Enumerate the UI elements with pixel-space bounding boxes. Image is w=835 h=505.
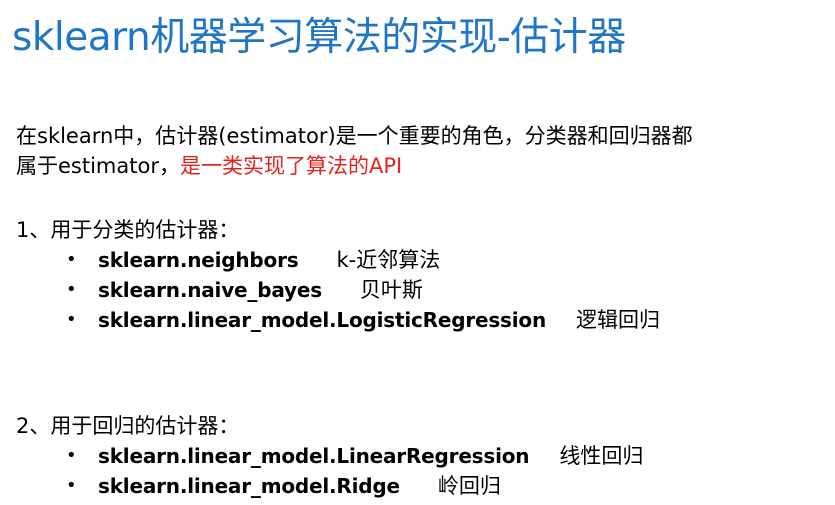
bullet-icon: • bbox=[66, 309, 77, 330]
estimator-description: k-近邻算法 bbox=[336, 248, 441, 272]
classification-estimator-list: • sklearn.neighbors k-近邻算法 • sklearn.naiv… bbox=[16, 245, 660, 335]
intro-line-1: 在sklearn中，估计器(estimator)是一个重要的角色，分类器和回归器… bbox=[16, 124, 693, 148]
list-item: • sklearn.linear_model.Ridge 岭回归 bbox=[16, 471, 643, 501]
regression-estimator-list: • sklearn.linear_model.LinearRegression 线… bbox=[16, 441, 643, 501]
section-heading-regression: 2、用于回归的估计器： bbox=[16, 414, 240, 438]
bullet-icon: • bbox=[66, 475, 77, 496]
intro-highlight-text: 是一类实现了算法的API bbox=[179, 154, 403, 178]
estimator-module-name: sklearn.neighbors bbox=[98, 248, 299, 272]
regression-estimators-section: 2、用于回归的估计器： • sklearn.linear_model.Linea… bbox=[16, 411, 643, 501]
estimator-module-name: sklearn.linear_model.LogisticRegression bbox=[98, 308, 546, 332]
slide-title: sklearn机器学习算法的实现-估计器 bbox=[12, 15, 626, 60]
classification-estimators-section: 1、用于分类的估计器： • sklearn.neighbors k-近邻算法 • … bbox=[16, 215, 660, 335]
intro-line-2-prefix: 属于estimator， bbox=[16, 154, 180, 178]
estimator-description: 逻辑回归 bbox=[576, 308, 660, 332]
list-item: • sklearn.linear_model.LogisticRegressio… bbox=[16, 305, 660, 335]
list-item: • sklearn.naive_bayes 贝叶斯 bbox=[16, 275, 660, 305]
intro-paragraph: 在sklearn中，估计器(estimator)是一个重要的角色，分类器和回归器… bbox=[16, 121, 693, 181]
bullet-icon: • bbox=[66, 279, 77, 300]
bullet-icon: • bbox=[66, 249, 77, 270]
section-heading-classification: 1、用于分类的估计器： bbox=[16, 218, 240, 242]
bullet-icon: • bbox=[66, 445, 77, 466]
list-item: • sklearn.linear_model.LinearRegression 线… bbox=[16, 441, 643, 471]
list-item: • sklearn.neighbors k-近邻算法 bbox=[16, 245, 660, 275]
estimator-description: 线性回归 bbox=[559, 444, 644, 468]
estimator-module-name: sklearn.naive_bayes bbox=[98, 278, 322, 302]
estimator-module-name: sklearn.linear_model.LinearRegression bbox=[98, 444, 530, 468]
estimator-description: 岭回归 bbox=[437, 474, 501, 498]
estimator-description: 贝叶斯 bbox=[359, 278, 423, 302]
intro-line-2: 属于estimator，是一类实现了算法的API bbox=[16, 151, 693, 181]
estimator-module-name: sklearn.linear_model.Ridge bbox=[98, 474, 400, 498]
